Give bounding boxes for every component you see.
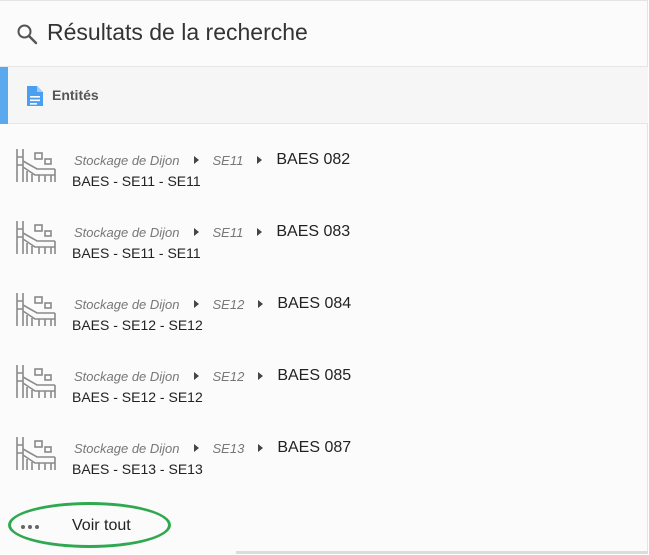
facility-icon	[16, 437, 56, 470]
highlight-oval	[8, 502, 171, 548]
result-breadcrumb: Stockage de Dijon SE11 BAES 083	[74, 222, 350, 242]
section-label: Entités	[52, 87, 99, 103]
caret-right-icon	[193, 156, 199, 164]
breadcrumb-site: Stockage de Dijon	[74, 440, 180, 456]
caret-right-icon	[193, 444, 199, 452]
caret-right-icon	[258, 372, 264, 380]
document-icon	[27, 86, 43, 106]
breadcrumb-zone: SE11	[212, 224, 244, 240]
result-row[interactable]: Stockage de Dijon SE12 BAES 085 BAES - S…	[0, 341, 648, 413]
result-subtitle: BAES - SE11 - SE11	[72, 173, 201, 189]
result-row[interactable]: Stockage de Dijon SE11 BAES 083 BAES - S…	[0, 197, 648, 269]
result-row[interactable]: Stockage de Dijon SE12 BAES 084 BAES - S…	[0, 269, 648, 341]
result-name: BAES 082	[276, 151, 351, 168]
caret-right-icon	[258, 300, 264, 308]
facility-icon	[16, 221, 56, 254]
search-results-panel: Résultats de la recherche Entités Stocka…	[0, 0, 648, 554]
breadcrumb-site: Stockage de Dijon	[74, 152, 180, 168]
result-subtitle: BAES - SE12 - SE12	[72, 389, 203, 405]
result-breadcrumb: Stockage de Dijon SE12 BAES 084	[74, 294, 351, 314]
search-icon	[17, 24, 38, 45]
breadcrumb-zone: SE13	[212, 440, 245, 456]
caret-right-icon	[193, 228, 199, 236]
breadcrumb-zone: SE11	[212, 152, 244, 168]
breadcrumb-site: Stockage de Dijon	[74, 368, 180, 384]
result-breadcrumb: Stockage de Dijon SE13 BAES 087	[74, 438, 351, 458]
caret-right-icon	[258, 444, 264, 452]
result-subtitle: BAES - SE12 - SE12	[72, 317, 203, 333]
caret-right-icon	[193, 372, 199, 380]
breadcrumb-zone: SE12	[212, 368, 245, 384]
breadcrumb-zone: SE12	[212, 296, 245, 312]
facility-icon	[16, 149, 56, 182]
breadcrumb-site: Stockage de Dijon	[74, 224, 180, 240]
result-name: BAES 084	[277, 295, 352, 312]
result-breadcrumb: Stockage de Dijon SE11 BAES 082	[74, 150, 350, 170]
result-subtitle: BAES - SE13 - SE13	[72, 461, 203, 477]
facility-icon	[16, 293, 56, 326]
result-name: BAES 087	[277, 439, 352, 456]
facility-icon	[16, 365, 56, 398]
page-title: Résultats de la recherche	[47, 19, 308, 45]
result-subtitle: BAES - SE11 - SE11	[72, 245, 201, 261]
breadcrumb-site: Stockage de Dijon	[74, 296, 180, 312]
result-breadcrumb: Stockage de Dijon SE12 BAES 085	[74, 366, 351, 386]
result-name: BAES 083	[276, 223, 351, 240]
section-entities[interactable]: Entités	[0, 67, 648, 124]
section-accent-bar	[0, 67, 8, 124]
caret-right-icon	[193, 300, 199, 308]
results-header: Résultats de la recherche	[0, 1, 648, 67]
result-row[interactable]: Stockage de Dijon SE13 BAES 087 BAES - S…	[0, 413, 648, 485]
caret-right-icon	[257, 156, 263, 164]
caret-right-icon	[257, 228, 263, 236]
result-name: BAES 085	[277, 367, 352, 384]
result-row[interactable]: Stockage de Dijon SE11 BAES 082 BAES - S…	[0, 125, 648, 197]
